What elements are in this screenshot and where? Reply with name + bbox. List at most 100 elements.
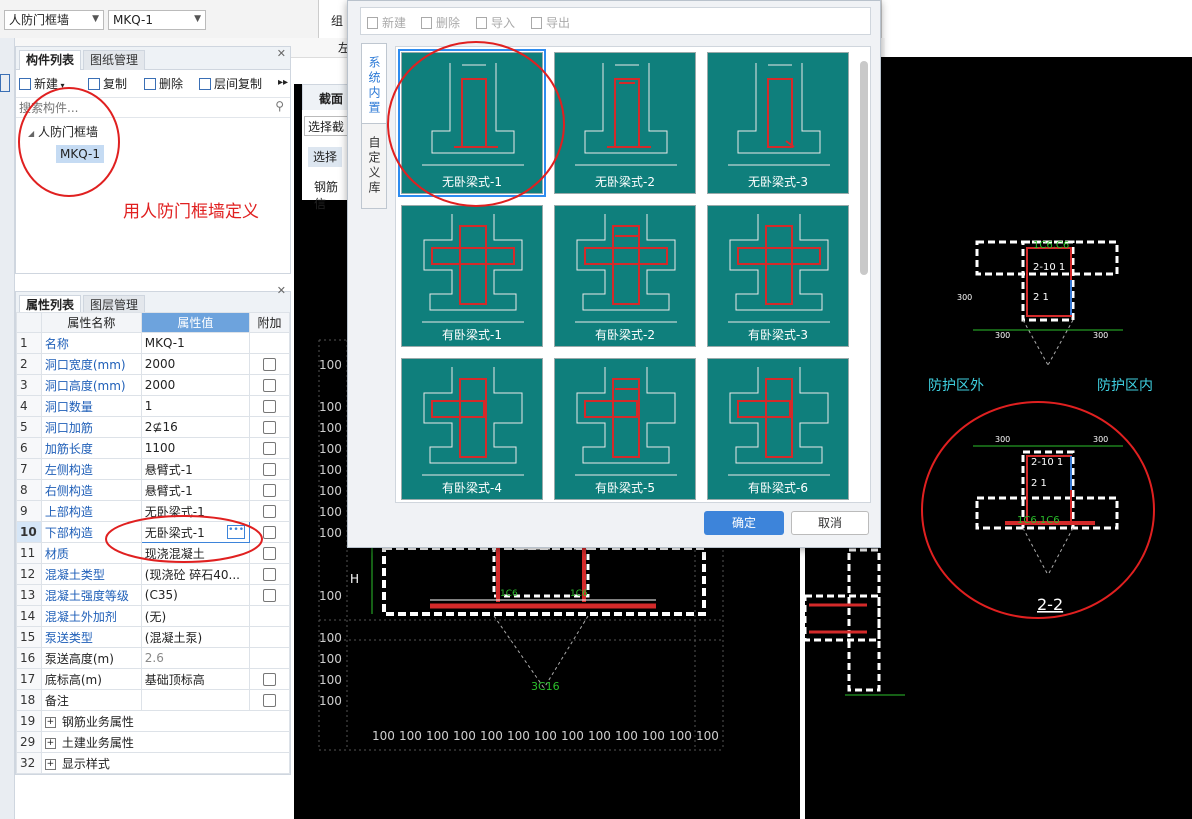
property-group[interactable]: + 钢筋业务属性 [40,710,291,732]
row-index: 32 [16,752,42,774]
property-row[interactable]: 5 洞口加筋 2⊈16 [16,416,290,438]
section-tile-label: 有卧梁式-4 [442,481,502,495]
property-row[interactable]: 12 混凝土类型 (现浇砼 碎石40... [16,563,290,585]
property-row[interactable]: 4 洞口数量 1 [16,395,290,417]
dock-icon[interactable] [0,74,10,92]
extra-checkbox[interactable] [263,358,277,371]
svg-text:100: 100 [480,729,503,743]
extra-checkbox[interactable] [263,400,277,413]
ok-button[interactable]: 确定 [704,511,784,535]
property-value[interactable]: 基础顶标高 [140,668,251,690]
extra-checkbox[interactable] [263,442,277,455]
property-value[interactable]: 悬臂式-1 [140,458,251,480]
group-tab-fragment[interactable]: 组 [318,0,349,38]
row-index: 12 [16,563,42,585]
more-icon[interactable]: ▸▸ [278,77,288,88]
property-value[interactable]: 2000 [140,374,251,396]
section-tile[interactable]: 有卧梁式-3 [707,205,849,347]
dialog-export-button[interactable]: 导出 [531,14,570,31]
extra-checkbox[interactable] [263,421,277,434]
property-value[interactable]: 1 [140,395,251,417]
svg-text:100: 100 [372,729,395,743]
property-row[interactable]: 7 左侧构造 悬臂式-1 [16,458,290,480]
section-tile[interactable]: 有卧梁式-5 [554,358,696,500]
property-row[interactable]: 3 洞口高度(mm) 2000 [16,374,290,396]
property-group[interactable]: + 显示样式 [40,752,291,774]
scrollbar-thumb[interactable] [860,61,868,275]
section-tile[interactable]: 有卧梁式-1 [401,205,543,347]
property-group-row[interactable]: 29 + 土建业务属性 [16,731,291,753]
svg-text:100: 100 [319,505,342,519]
extra-checkbox[interactable] [263,484,277,497]
property-name: 混凝土外加剂 [40,605,142,627]
property-row[interactable]: 1 名称 MKQ-1 [16,332,290,354]
search-icon[interactable]: ⚲ [275,99,284,113]
property-row[interactable]: 18 备注 [16,689,290,711]
property-row[interactable]: 16 泵送高度(m) 2.6 [16,647,290,669]
component-item-combo[interactable]: MKQ-1 ▼ [108,10,206,30]
property-row[interactable]: 2 洞口宽度(mm) 2000 [16,353,290,375]
property-row[interactable]: 8 右侧构造 悬臂式-1 [16,479,290,501]
dialog-delete-button[interactable]: 删除 [421,14,460,31]
extra-checkbox[interactable] [263,673,277,686]
property-row[interactable]: 17 底标高(m) 基础顶标高 [16,668,290,690]
section-tile[interactable]: 无卧梁式-3 [707,52,849,194]
property-name: 底标高(m) [40,668,142,690]
property-value[interactable]: 悬臂式-1 [140,479,251,501]
select-button[interactable]: 选择 [308,147,342,167]
section-tile[interactable]: 无卧梁式-2 [554,52,696,194]
tab-drawing-management[interactable]: 图纸管理 [83,50,146,70]
section-tile[interactable]: 有卧梁式-2 [554,205,696,347]
row-index: 11 [16,542,42,564]
property-group-row[interactable]: 19 + 钢筋业务属性 [16,710,291,732]
component-type-combo[interactable]: 人防门框墙 ▼ [4,10,104,30]
property-value[interactable]: MKQ-1 [140,332,251,354]
property-group-row[interactable]: 32 + 显示样式 [16,752,291,774]
property-value[interactable]: (现浇砼 碎石40... [140,563,251,585]
annotation-text: 用人防门框墙定义 [123,202,259,222]
section-tile[interactable]: 有卧梁式-4 [401,358,543,500]
property-row[interactable]: 15 泵送类型 (混凝土泵) [16,626,290,648]
select-section-combo[interactable]: 选择截 [304,116,348,136]
extra-checkbox[interactable] [263,379,277,392]
extra-checkbox-cell [249,563,290,585]
close-icon[interactable]: ✕ [277,284,286,297]
section-tile-label: 有卧梁式-5 [595,481,655,495]
property-value[interactable]: (混凝土泵) [140,626,251,648]
expand-icon[interactable]: + [44,758,56,770]
property-value[interactable]: 2.6 [140,647,251,669]
svg-text:100: 100 [319,673,342,687]
property-value[interactable]: 1100 [140,437,251,459]
property-row[interactable]: 6 加筋长度 1100 [16,437,290,459]
floor-copy-button[interactable]: 层间复制 [199,75,262,92]
close-icon[interactable]: ✕ [277,47,286,60]
property-group[interactable]: + 土建业务属性 [40,731,291,753]
extra-checkbox-cell [249,374,290,396]
property-value[interactable]: 2000 [140,353,251,375]
extra-checkbox-cell [249,689,290,711]
property-value[interactable] [140,689,251,711]
dialog-export-label: 导出 [546,16,571,30]
property-value[interactable]: (C35) [140,584,251,606]
svg-text:100: 100 [319,526,342,540]
property-value[interactable]: (无) [140,605,251,627]
cancel-button[interactable]: 取消 [791,511,869,535]
delete-button[interactable]: 删除 [144,75,183,92]
extra-checkbox[interactable] [263,568,277,581]
dialog-new-label: 新建 [382,16,407,30]
property-value[interactable]: 2⊈16 [140,416,251,438]
dialog-new-button[interactable]: 新建 [367,14,406,31]
extra-checkbox-cell [249,605,290,627]
extra-checkbox[interactable] [263,589,277,602]
section-tile[interactable]: 有卧梁式-6 [707,358,849,500]
tab-component-list[interactable]: 构件列表 [19,50,82,70]
rebar-info-label: 钢筋信 [314,180,339,211]
expand-icon[interactable]: + [44,737,56,749]
property-row[interactable]: 13 混凝土强度等级 (C35) [16,584,290,606]
svg-text:100: 100 [426,729,449,743]
extra-checkbox[interactable] [263,463,277,476]
extra-checkbox[interactable] [263,694,277,707]
dialog-import-button[interactable]: 导入 [476,14,515,31]
expand-icon[interactable]: + [44,716,56,728]
property-row[interactable]: 14 混凝土外加剂 (无) [16,605,290,627]
